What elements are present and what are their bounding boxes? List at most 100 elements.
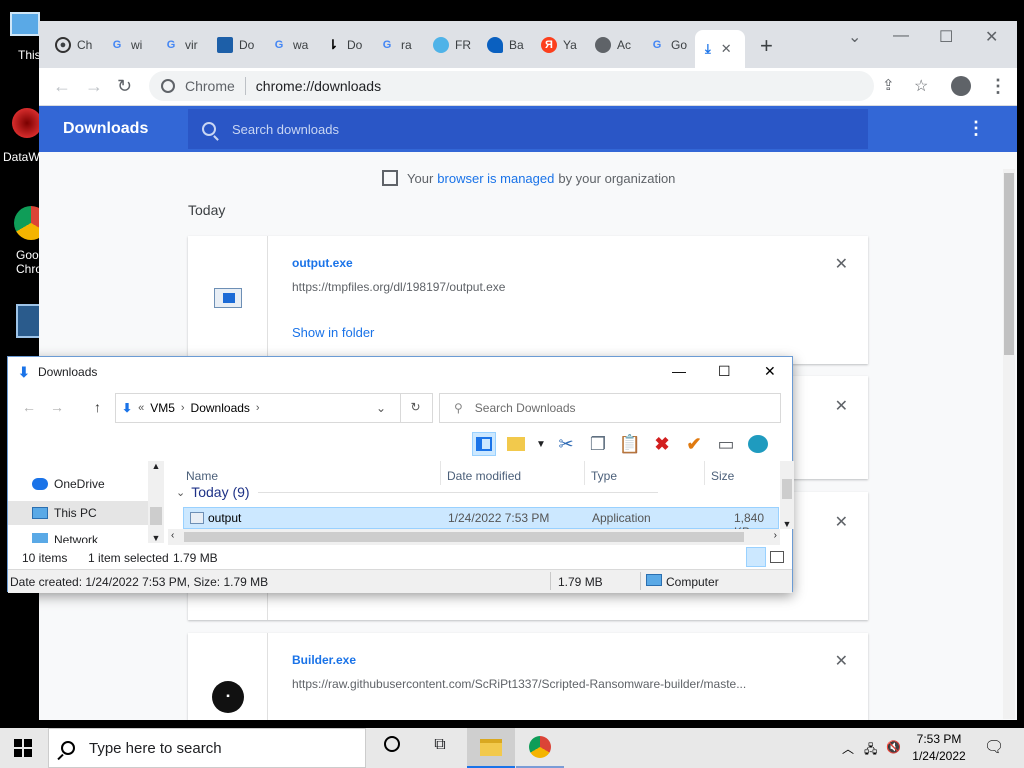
- explorer-close-button[interactable]: ✕: [764, 363, 776, 380]
- remove-download-icon[interactable]: ✕: [835, 254, 848, 274]
- column-divider[interactable]: [704, 461, 705, 485]
- show-in-folder-link[interactable]: Show in folder: [292, 325, 374, 340]
- remove-download-icon[interactable]: ✕: [835, 651, 848, 671]
- tab-6[interactable]: ⇂ Do: [315, 31, 369, 59]
- maximize-button[interactable]: ☐: [939, 27, 953, 47]
- rename-icon[interactable]: ▭: [714, 432, 738, 456]
- column-date-modified[interactable]: Date modified: [447, 469, 521, 483]
- desktop-icon-this-pc[interactable]: This: [0, 10, 41, 62]
- volume-muted-icon[interactable]: 🔇: [886, 740, 901, 754]
- tab-close-icon[interactable]: ✕: [721, 41, 732, 57]
- tab-10[interactable]: Я Ya: [531, 31, 585, 59]
- pane-item-network[interactable]: Network: [32, 533, 98, 543]
- scrollbar-thumb[interactable]: [150, 507, 162, 525]
- breadcrumb-vm5[interactable]: VM5: [150, 401, 175, 415]
- minimize-button[interactable]: —: [893, 27, 909, 45]
- column-divider[interactable]: [584, 461, 585, 485]
- pane-item-this-pc[interactable]: This PC: [32, 502, 97, 524]
- tab-search-chevron-icon[interactable]: ⌄: [848, 27, 861, 47]
- tab-downloads[interactable]: ⤓ ✕: [695, 30, 745, 68]
- page-scrollbar[interactable]: [1003, 169, 1015, 719]
- taskbar-search-box[interactable]: Type here to search: [48, 728, 366, 768]
- address-bar[interactable]: Chrome chrome://downloads: [149, 71, 874, 101]
- tab-9[interactable]: Ba: [477, 31, 531, 59]
- address-refresh-icon[interactable]: ↻: [400, 393, 430, 423]
- scroll-up-icon[interactable]: ▲: [148, 461, 164, 471]
- desktop-icon-virtualbox[interactable]: [0, 304, 42, 338]
- share-icon[interactable]: ⇪: [882, 76, 895, 94]
- desktop-icon-datawrapper[interactable]: DataW: [0, 108, 42, 164]
- checkmark-icon[interactable]: ✔: [682, 432, 706, 456]
- scrollbar-thumb[interactable]: [184, 532, 744, 542]
- pane-item-onedrive[interactable]: OneDrive: [32, 473, 105, 495]
- scroll-right-icon[interactable]: ›: [774, 530, 777, 541]
- explorer-back-button[interactable]: ←: [22, 399, 36, 415]
- file-list-vscrollbar[interactable]: ▼: [780, 461, 794, 529]
- up-folder-button[interactable]: ↑: [94, 399, 101, 415]
- download-filename[interactable]: Builder.exe: [292, 653, 356, 667]
- desktop-icon-chrome[interactable]: Goo Chro: [0, 206, 48, 276]
- notifications-icon[interactable]: 🗨: [984, 737, 1004, 757]
- collapse-chevron-icon[interactable]: ⌄: [176, 486, 185, 499]
- dropdown-arrow-icon[interactable]: ▼: [536, 432, 546, 456]
- explorer-forward-button[interactable]: →: [50, 399, 64, 415]
- file-row[interactable]: output 1/24/2022 7:53 PM Application 1,8…: [183, 507, 779, 539]
- taskbar-clock[interactable]: 7:53 PM 1/24/2022: [906, 731, 972, 765]
- preview-pane-icon[interactable]: [472, 432, 496, 456]
- tab-7[interactable]: Gra: [369, 31, 423, 59]
- scrollbar-thumb[interactable]: [782, 479, 792, 499]
- search-downloads-input[interactable]: Search downloads: [188, 109, 868, 149]
- tab-1[interactable]: ● Ch: [45, 31, 99, 59]
- new-tab-button[interactable]: +: [760, 33, 773, 59]
- tab-4[interactable]: Do: [207, 31, 261, 59]
- tab-5[interactable]: Gwa: [261, 31, 315, 59]
- column-size[interactable]: Size: [711, 469, 734, 483]
- column-name[interactable]: Name: [186, 469, 218, 483]
- reload-button[interactable]: ↻: [117, 76, 132, 97]
- task-view-icon[interactable]: ⧉: [428, 736, 452, 760]
- explorer-maximize-button[interactable]: ☐: [718, 363, 731, 380]
- close-button[interactable]: ✕: [985, 27, 998, 47]
- taskbar-explorer-active[interactable]: [467, 728, 515, 768]
- tab-12[interactable]: G Go: [639, 31, 693, 59]
- network-tray-icon[interactable]: 🖧: [864, 740, 877, 761]
- download-filename[interactable]: output.exe: [292, 256, 353, 270]
- scroll-down-icon[interactable]: ▼: [780, 519, 794, 529]
- tab-8[interactable]: FR: [423, 31, 477, 59]
- file-list-hscrollbar[interactable]: ‹ ›: [168, 529, 780, 545]
- details-view-button[interactable]: [746, 547, 766, 567]
- tray-overflow-chevron-icon[interactable]: ︿: [842, 740, 854, 757]
- forward-button[interactable]: →: [85, 76, 103, 97]
- globe-icon[interactable]: [746, 432, 770, 456]
- copy-icon[interactable]: ❐: [586, 432, 610, 456]
- remove-download-icon[interactable]: ✕: [835, 396, 848, 416]
- downloads-menu-icon[interactable]: ⋮: [967, 118, 985, 139]
- group-header-today[interactable]: ⌄ Today (9): [176, 484, 658, 500]
- remove-download-icon[interactable]: ✕: [835, 512, 848, 532]
- pane-scrollbar[interactable]: ▲ ▼: [148, 461, 164, 543]
- large-icons-view-button[interactable]: [770, 551, 784, 563]
- scroll-down-icon[interactable]: ▼: [148, 533, 164, 543]
- paste-icon[interactable]: 📋: [618, 432, 642, 456]
- scrollbar-thumb[interactable]: [1004, 173, 1014, 355]
- taskbar-chrome-icon[interactable]: [528, 736, 552, 760]
- managed-link[interactable]: browser is managed: [437, 171, 554, 186]
- cortana-icon[interactable]: [380, 736, 404, 760]
- tab-2[interactable]: Gwi: [99, 31, 153, 59]
- breadcrumb-downloads[interactable]: Downloads: [191, 401, 250, 415]
- tab-11[interactable]: Ac: [585, 31, 639, 59]
- back-button[interactable]: ←: [53, 76, 71, 97]
- explorer-address-bar[interactable]: ⬇ « VM5 › Downloads › ⌄ ↻: [115, 393, 433, 423]
- delete-icon[interactable]: ✖: [650, 432, 674, 456]
- bookmark-star-icon[interactable]: ☆: [914, 76, 928, 96]
- scroll-left-icon[interactable]: ‹: [171, 530, 174, 541]
- explorer-minimize-button[interactable]: —: [672, 363, 686, 379]
- column-type[interactable]: Type: [591, 469, 617, 483]
- chrome-menu-icon[interactable]: ⋮: [989, 76, 1007, 97]
- column-divider[interactable]: [440, 461, 441, 485]
- explorer-search-input[interactable]: ⚲ Search Downloads: [439, 393, 781, 423]
- windows-start-icon[interactable]: [14, 739, 32, 757]
- profile-avatar[interactable]: [951, 76, 971, 101]
- folder-options-icon[interactable]: [504, 432, 528, 456]
- tab-3[interactable]: Gvir: [153, 31, 207, 59]
